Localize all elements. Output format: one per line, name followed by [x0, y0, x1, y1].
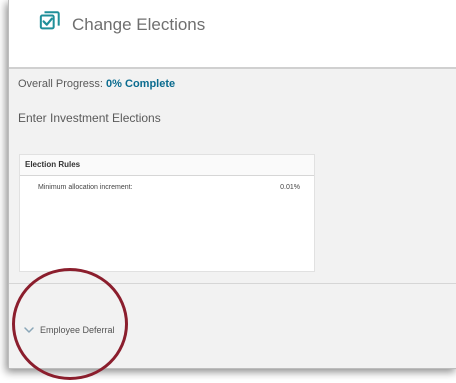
rule-label: Minimum allocation increment:	[38, 184, 133, 191]
employee-deferral-toggle[interactable]: Employee Deferral	[23, 323, 115, 337]
section-title: Enter Investment Elections	[18, 111, 161, 125]
election-rules-card: Election Rules Minimum allocation increm…	[19, 154, 315, 272]
employee-deferral-label: Employee Deferral	[40, 325, 115, 335]
checklist-edit-icon	[39, 11, 60, 30]
page-header: Change Elections	[9, 0, 456, 69]
overall-progress: Overall Progress: 0% Complete	[18, 78, 175, 90]
chevron-down-icon	[24, 327, 34, 333]
section-divider	[9, 283, 456, 284]
progress-label: Overall Progress:	[18, 78, 103, 90]
change-elections-panel: Change Elections Overall Progress: 0% Co…	[8, 0, 456, 369]
progress-value: 0% Complete	[106, 78, 176, 90]
rule-row: Minimum allocation increment: 0.01%	[20, 176, 314, 198]
page-title: Change Elections	[72, 15, 206, 34]
rule-value: 0.01%	[280, 184, 300, 191]
election-rules-title: Election Rules	[20, 155, 314, 176]
